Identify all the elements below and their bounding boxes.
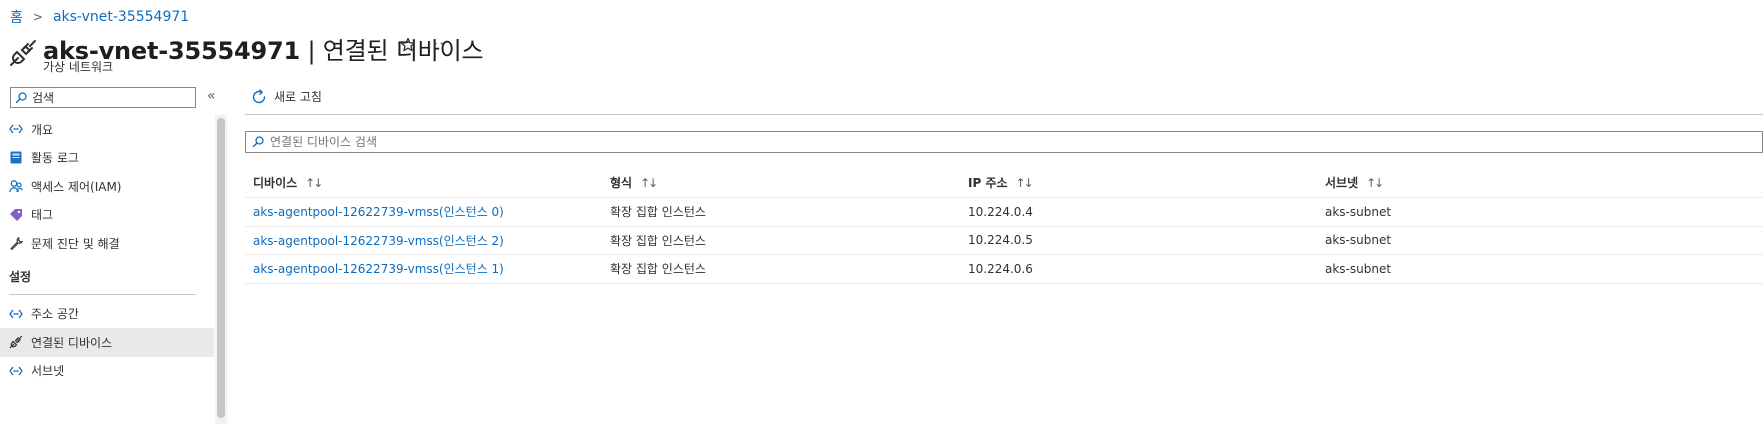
table-row: aks-agentpool-12622739-vmss(인스턴스 1) 확장 집…: [245, 255, 1763, 284]
column-header-label: 서브넷: [1325, 175, 1359, 190]
address-space-icon: [9, 307, 23, 321]
refresh-button[interactable]: 새로 고침: [251, 88, 322, 105]
device-type-cell: 확장 집합 인스턴스: [610, 262, 706, 277]
device-type-cell: 확장 집합 인스턴스: [610, 205, 706, 220]
nav-item-label: 개요: [31, 122, 54, 137]
search-icon: [252, 136, 264, 148]
nav-item-activity-log[interactable]: 활동 로그: [0, 144, 214, 173]
subnet-icon: [9, 364, 23, 378]
sort-icon[interactable]: ↑↓: [1366, 176, 1384, 190]
nav-search-input[interactable]: [32, 90, 182, 105]
breadcrumb-current-link[interactable]: aks-vnet-35554971: [53, 9, 189, 25]
nav-item-label: 주소 공간: [31, 307, 79, 322]
refresh-icon: [252, 89, 266, 103]
table-header-row: 디바이스 ↑↓ 형식 ↑↓ IP 주소 ↑↓ 서브넷 ↑↓: [245, 167, 1763, 198]
column-header-type[interactable]: 형식 ↑↓: [602, 174, 960, 191]
toolbar-divider: [245, 114, 1763, 115]
connected-devices-table: 디바이스 ↑↓ 형식 ↑↓ IP 주소 ↑↓ 서브넷 ↑↓ aks-agentpool-…: [245, 167, 1763, 284]
plug-icon: [10, 40, 36, 66]
column-header-device[interactable]: 디바이스 ↑↓: [245, 174, 602, 191]
nav-item-label: 태그: [31, 208, 54, 223]
ip-address-cell: 10.224.0.5: [968, 233, 1033, 248]
star-icon[interactable]: [400, 37, 416, 53]
overview-icon: [9, 122, 23, 136]
device-link[interactable]: aks-agentpool-12622739-vmss(인스턴스 2): [253, 234, 504, 248]
chevron-right-icon: >: [32, 10, 43, 24]
nav-item-iam[interactable]: 액세스 제어(IAM): [0, 172, 214, 201]
resource-menu: 개요 활동 로그 액세스 제어(IAM) 태그 문제 진단 및 해결 설정 주소…: [0, 115, 214, 385]
sort-icon[interactable]: ↑↓: [640, 176, 658, 190]
device-search-input[interactable]: [270, 135, 870, 149]
subnet-cell: aks-subnet: [1325, 233, 1392, 248]
breadcrumb-home-link[interactable]: 홈: [10, 7, 23, 27]
nav-search-box[interactable]: [10, 87, 196, 108]
ip-address-cell: 10.224.0.6: [968, 261, 1033, 276]
column-header-ip[interactable]: IP 주소 ↑↓: [960, 174, 1317, 191]
nav-scrollbar-thumb[interactable]: [217, 118, 225, 418]
plug-icon: [9, 335, 23, 349]
table-row: aks-agentpool-12622739-vmss(인스턴스 2) 확장 집…: [245, 227, 1763, 255]
column-header-label: 형식: [610, 175, 633, 190]
iam-icon: [9, 179, 23, 193]
nav-item-label: 액세스 제어(IAM): [31, 179, 122, 194]
ip-address-cell: 10.224.0.4: [968, 204, 1033, 219]
nav-item-label: 활동 로그: [31, 151, 79, 166]
more-options-button[interactable]: ···: [427, 34, 445, 53]
search-icon: [15, 91, 27, 103]
nav-item-label: 서브넷: [31, 364, 65, 379]
activity-log-icon: [9, 151, 23, 165]
nav-item-subnets[interactable]: 서브넷: [0, 357, 214, 386]
subnet-cell: aks-subnet: [1325, 261, 1392, 276]
column-header-label: IP 주소: [968, 175, 1008, 190]
device-link[interactable]: aks-agentpool-12622739-vmss(인스턴스 0): [253, 205, 504, 219]
table-row: aks-agentpool-12622739-vmss(인스턴스 0) 확장 집…: [245, 198, 1763, 227]
collapse-nav-button[interactable]: «: [207, 88, 216, 104]
wrench-icon: [9, 236, 23, 250]
nav-item-overview[interactable]: 개요: [0, 115, 214, 144]
device-search-box[interactable]: [245, 131, 1763, 153]
resource-type-subtitle: 가상 네트워크: [43, 60, 114, 74]
nav-item-diagnose[interactable]: 문제 진단 및 해결: [0, 229, 214, 258]
title-separator: |: [300, 37, 323, 65]
nav-item-address-space[interactable]: 주소 공간: [0, 300, 214, 329]
column-header-label: 디바이스: [253, 175, 298, 190]
nav-item-label: 문제 진단 및 해결: [31, 236, 120, 251]
tag-icon: [9, 208, 23, 222]
subnet-cell: aks-subnet: [1325, 204, 1392, 219]
device-link[interactable]: aks-agentpool-12622739-vmss(인스턴스 1): [253, 262, 504, 276]
breadcrumb: 홈 > aks-vnet-35554971: [10, 7, 189, 27]
nav-item-tags[interactable]: 태그: [0, 201, 214, 230]
nav-item-label: 연결된 디바이스: [31, 335, 113, 350]
device-type-cell: 확장 집합 인스턴스: [610, 233, 706, 248]
sort-icon[interactable]: ↑↓: [1016, 176, 1034, 190]
column-header-subnet[interactable]: 서브넷 ↑↓: [1317, 174, 1763, 191]
sort-icon[interactable]: ↑↓: [305, 176, 323, 190]
nav-item-connected-devices[interactable]: 연결된 디바이스: [0, 328, 214, 357]
refresh-label: 새로 고침: [274, 90, 322, 104]
nav-divider: [9, 293, 196, 295]
nav-section-settings: 설정: [9, 269, 32, 284]
